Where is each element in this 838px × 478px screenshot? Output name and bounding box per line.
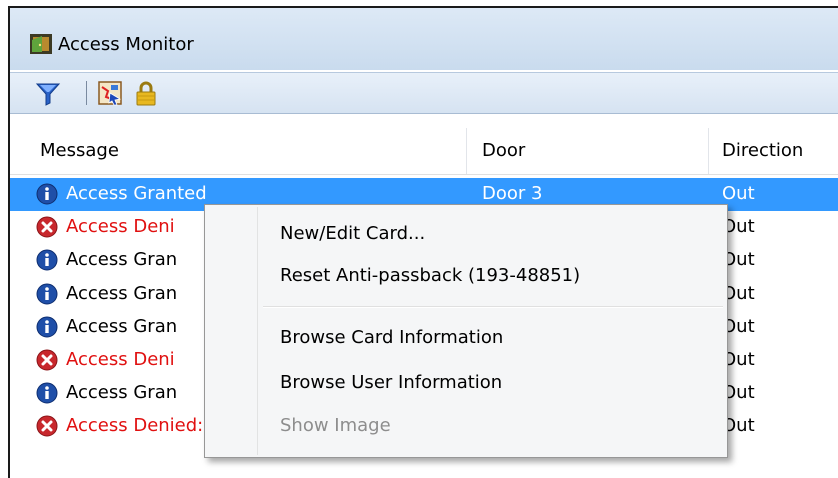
lock-icon[interactable] <box>132 79 160 107</box>
column-divider[interactable] <box>708 128 709 174</box>
toolbar-separator <box>86 81 87 105</box>
menu-gutter <box>257 207 258 455</box>
column-header-door[interactable]: Door <box>482 140 525 161</box>
cell-message: Access Gran <box>66 382 178 404</box>
menu-item-new-edit-card[interactable]: New/Edit Card... <box>280 223 425 244</box>
column-header-direction[interactable]: Direction <box>722 140 803 161</box>
menu-item-browse-card-information[interactable]: Browse Card Information <box>280 327 503 348</box>
menu-item-reset-anti-passback[interactable]: Reset Anti-passback (193-48851) <box>280 265 580 286</box>
column-header-message[interactable]: Message <box>40 140 119 161</box>
title-bar: Access Monitor <box>10 8 838 70</box>
filter-icon[interactable] <box>34 79 62 107</box>
toolbar <box>10 72 838 114</box>
access-monitor-window: Access Monitor Message Door Direction Ac… <box>8 6 838 478</box>
error-icon <box>36 216 58 238</box>
cell-message: Access Deni <box>66 216 175 238</box>
info-icon <box>36 316 58 338</box>
card-map-icon[interactable] <box>96 79 124 107</box>
error-icon <box>36 415 58 437</box>
window-title: Access Monitor <box>58 34 194 55</box>
list-header: Message Door Direction <box>10 128 838 175</box>
info-icon <box>36 283 58 305</box>
cell-message: Access Granted <box>66 183 207 204</box>
cell-message: Access Gran <box>66 249 178 271</box>
context-menu: New/Edit Card... Reset Anti-passback (19… <box>204 204 728 458</box>
cell-door: Door 3 <box>482 183 543 204</box>
info-icon <box>36 382 58 404</box>
menu-separator <box>263 306 723 308</box>
menu-item-browse-user-information[interactable]: Browse User Information <box>280 372 502 393</box>
error-icon <box>36 349 58 371</box>
info-icon <box>36 249 58 271</box>
menu-item-show-image: Show Image <box>280 415 391 436</box>
cell-message: Access Gran <box>66 315 178 337</box>
cell-direction: Out <box>722 183 755 204</box>
info-icon <box>36 183 58 205</box>
cell-message: Access Gran <box>66 282 178 304</box>
column-divider[interactable] <box>466 128 467 174</box>
door-app-icon <box>30 34 52 54</box>
cell-message: Access Deni <box>66 349 175 370</box>
